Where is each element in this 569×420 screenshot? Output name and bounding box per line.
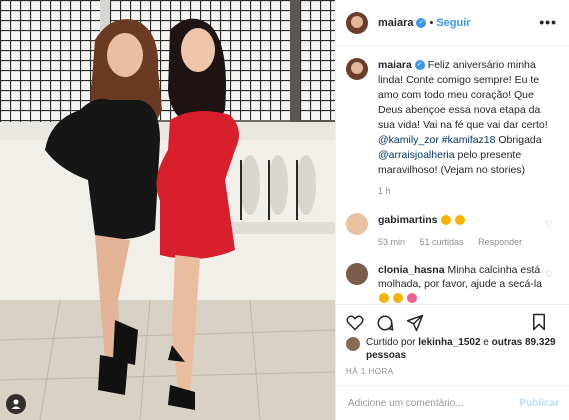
comment-item: gabimartins 53 min 51 curtidas Responder… — [346, 213, 559, 249]
caption-time: 1 h — [378, 186, 391, 196]
hashtag-kamifaz18[interactable]: #kamifaz18 — [442, 134, 496, 146]
comments-list[interactable]: maiara ✓ Feliz aniversário minha linda! C… — [336, 46, 569, 304]
comment-input[interactable] — [346, 396, 520, 410]
more-options-icon[interactable]: ••• — [539, 14, 557, 30]
comment-avatar[interactable] — [346, 213, 368, 235]
bookmark-save-icon[interactable] — [531, 313, 547, 331]
comment-likes-count[interactable]: 51 curtidas — [420, 237, 464, 247]
like-heart-icon[interactable] — [346, 314, 364, 331]
post-side-panel: maiara ✓ • Seguir ••• maiara ✓ Feliz aniv… — [335, 0, 569, 420]
likes-text: Curtido por lekinha_1502 e outras 89.329… — [366, 336, 561, 362]
add-comment-bar: Publicar — [336, 385, 569, 420]
author-username[interactable]: maiara — [378, 17, 413, 29]
grin-emoji-icon — [379, 293, 389, 304]
heart-eyes-emoji-icon — [455, 215, 466, 226]
share-send-icon[interactable] — [406, 314, 424, 332]
liker-avatar[interactable] — [346, 337, 360, 351]
comment-time: 53 min — [378, 237, 406, 247]
post-caption: maiara ✓ Feliz aniversário minha linda! C… — [346, 58, 559, 199]
comment-item: clonia_hasna Minha calcinha está molhada… — [346, 263, 559, 304]
comment-avatar[interactable] — [346, 263, 368, 285]
mention-arraisjoalheria[interactable]: @arraisjoalheria — [378, 149, 455, 161]
mention-kamily[interactable]: @kamily_zor — [378, 134, 439, 146]
follow-button[interactable]: Seguir — [436, 17, 470, 29]
likes-summary: Curtido por lekinha_1502 e outras 89.329… — [346, 336, 561, 362]
verified-badge-icon: ✓ — [416, 17, 427, 28]
photo-illustration — [0, 0, 335, 420]
author-avatar[interactable] — [346, 11, 368, 34]
comment-username[interactable]: gabimartins — [378, 214, 438, 226]
post-timestamp[interactable]: HÁ 1 HORA — [346, 367, 394, 376]
like-comment-heart-icon[interactable]: ♡ — [545, 269, 553, 280]
caption-username[interactable]: maiara — [378, 59, 412, 71]
like-comment-heart-icon[interactable]: ♡ — [545, 219, 553, 230]
comment-username[interactable]: clonia_hasna — [378, 264, 445, 276]
caption-text: maiara ✓ Feliz aniversário minha linda! C… — [378, 58, 556, 199]
post-header: maiara ✓ • Seguir ••• — [336, 0, 569, 46]
liker-username[interactable]: lekinha_1502 — [418, 337, 480, 348]
user-tag-icon[interactable] — [6, 394, 26, 414]
comment-meta: 53 min 51 curtidas Responder — [378, 235, 543, 249]
likes-conjunction: e — [483, 337, 489, 348]
comment-bubble-icon[interactable] — [376, 314, 394, 332]
heart-eyes-emoji-icon — [441, 215, 452, 226]
post-photo[interactable] — [0, 0, 335, 420]
likes-prefix: Curtido por — [366, 337, 416, 348]
caption-body-2: Obrigada — [498, 134, 542, 146]
publish-button[interactable]: Publicar — [520, 398, 559, 409]
separator-dot: • — [429, 16, 434, 29]
blush-emoji-icon — [406, 293, 417, 304]
post-actions-bar — [336, 304, 569, 340]
comment-body: gabimartins 53 min 51 curtidas Responder — [378, 213, 543, 249]
verified-badge-icon: ✓ — [414, 60, 425, 71]
grin-emoji-icon — [392, 293, 403, 304]
caption-avatar[interactable] — [346, 58, 368, 80]
comment-body: clonia_hasna Minha calcinha está molhada… — [378, 263, 543, 304]
reply-button[interactable]: Responder — [478, 237, 522, 247]
